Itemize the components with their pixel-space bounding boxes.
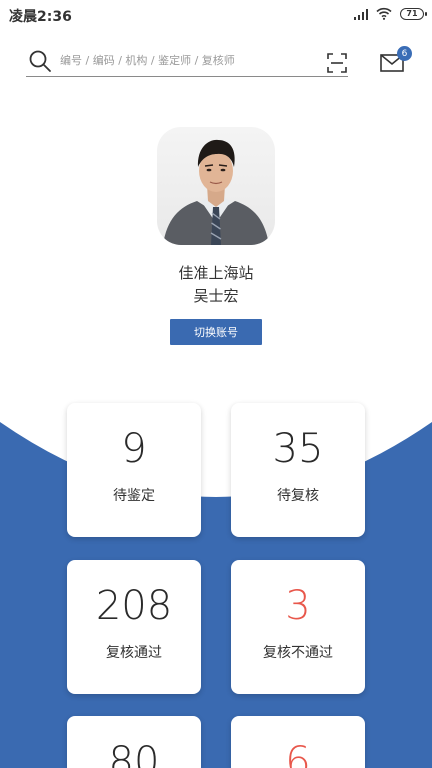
search-icon[interactable] [28,49,52,73]
battery-level: 71 [406,8,418,18]
stat-card-5[interactable]: 80 [67,716,201,768]
stat-card-pending-review[interactable]: 35 待复核 [231,403,365,537]
stat-label: 复核通过 [106,645,162,661]
status-bar: 凌晨2:36 71 [0,0,432,30]
stat-card-review-failed[interactable]: 3 复核不通过 [231,560,365,694]
user-name: 吴士宏 [193,287,239,305]
mail-badge: 6 [397,46,412,61]
station-name: 佳准上海站 [178,264,254,282]
wifi-icon [376,7,392,20]
blue-background [0,400,432,768]
mail-button[interactable]: 6 [378,46,412,76]
stat-value: 35 [272,426,324,472]
stat-label: 复核不通过 [263,645,333,661]
search-input[interactable] [60,54,310,67]
stat-value: 6 [285,739,311,768]
status-icons: 71 [353,7,427,20]
battery-icon: 71 [400,7,427,20]
stat-card-review-passed[interactable]: 208 复核通过 [67,560,201,694]
stat-value: 3 [285,583,311,629]
avatar-photo [163,139,269,245]
stat-label: 待复核 [277,488,319,504]
stat-label: 待鉴定 [113,488,155,504]
stat-card-pending-appraisal[interactable]: 9 待鉴定 [67,403,201,537]
status-time: 凌晨2:36 [9,9,72,25]
avatar[interactable] [157,127,275,245]
stat-value: 80 [108,739,160,768]
stat-card-6[interactable]: 6 [231,716,365,768]
scan-icon[interactable] [325,51,349,75]
search-bar[interactable] [26,45,348,77]
stat-value: 9 [121,426,147,472]
switch-account-button[interactable]: 切换账号 [170,319,262,345]
signal-icon [353,8,368,20]
stat-value: 208 [95,583,173,629]
